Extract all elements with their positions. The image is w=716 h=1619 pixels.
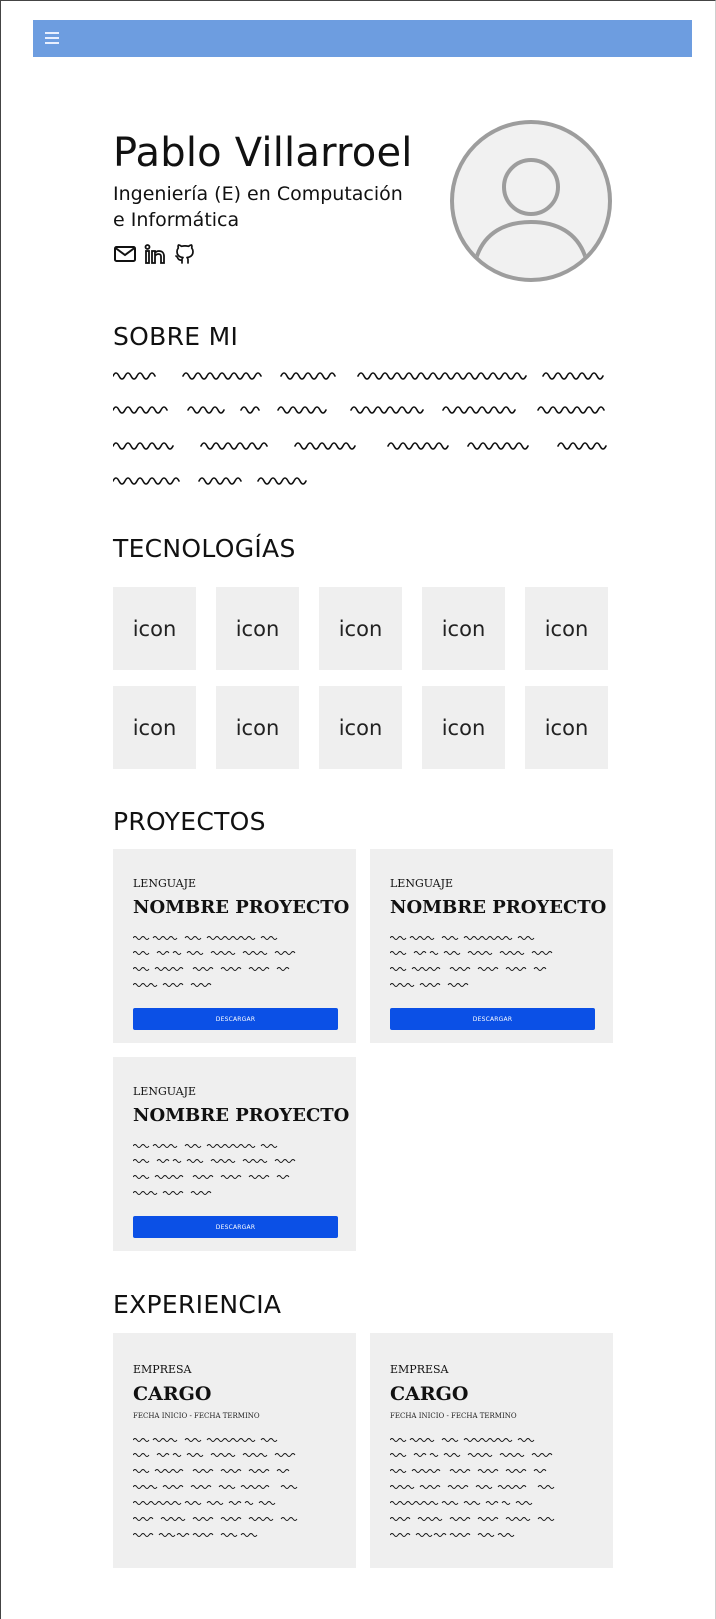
- linkedin-icon[interactable]: [143, 242, 167, 266]
- experience-company: EMPRESA: [390, 1363, 449, 1376]
- experience-role: CARGO: [390, 1383, 469, 1405]
- experience-card: EMPRESA CARGO FECHA INICIO - FECHA TERMI…: [370, 1333, 613, 1568]
- tech-tile: icon: [422, 686, 505, 769]
- profile-subtitle: Ingeniería (E) en Computación e Informát…: [113, 183, 403, 231]
- experience-card: EMPRESA CARGO FECHA INICIO - FECHA TERMI…: [113, 1333, 356, 1568]
- experience-description-placeholder: [133, 1438, 298, 1537]
- project-card: LENGUAJE NOMBRE PROYECTO DESCARGAR: [113, 1057, 356, 1251]
- about-title: SOBRE MI: [113, 322, 239, 351]
- tech-tile: icon: [525, 587, 608, 670]
- download-button[interactable]: DESCARGAR: [133, 1008, 338, 1030]
- project-description-placeholder: [133, 936, 296, 987]
- experience-description-placeholder: [390, 1438, 555, 1537]
- project-card: LENGUAJE NOMBRE PROYECTO DESCARGAR: [370, 849, 613, 1043]
- tech-tile: icon: [216, 587, 299, 670]
- project-language: LENGUAJE: [133, 877, 197, 890]
- project-language: LENGUAJE: [390, 877, 454, 890]
- tech-tile: icon: [113, 686, 196, 769]
- project-language: LENGUAJE: [133, 1085, 197, 1098]
- profile-name: Pablo Villarroel: [113, 130, 413, 176]
- mail-icon[interactable]: [113, 242, 137, 266]
- github-icon[interactable]: [173, 242, 197, 266]
- project-name: NOMBRE PROYECTO: [133, 897, 350, 918]
- top-nav-bar: [33, 20, 692, 57]
- social-links: [113, 242, 197, 266]
- experience-dates: FECHA INICIO - FECHA TERMINO: [390, 1412, 517, 1420]
- project-card: LENGUAJE NOMBRE PROYECTO DESCARGAR: [113, 849, 356, 1043]
- project-name: NOMBRE PROYECTO: [390, 897, 607, 918]
- project-description-placeholder: [390, 936, 553, 987]
- profile-avatar: [450, 120, 612, 282]
- experience-role: CARGO: [133, 1383, 212, 1405]
- hamburger-menu-icon[interactable]: [45, 32, 59, 44]
- tech-tile: icon: [113, 587, 196, 670]
- projects-title: PROYECTOS: [113, 807, 266, 836]
- download-button[interactable]: DESCARGAR: [133, 1216, 338, 1238]
- tech-tile: icon: [216, 686, 299, 769]
- user-placeholder-icon: [474, 158, 588, 260]
- tech-tile: icon: [319, 587, 402, 670]
- about-placeholder-text: [113, 362, 613, 492]
- experience-company: EMPRESA: [133, 1363, 192, 1376]
- tech-tile: icon: [525, 686, 608, 769]
- project-name: NOMBRE PROYECTO: [133, 1105, 350, 1126]
- tech-tile: icon: [422, 587, 505, 670]
- project-description-placeholder: [133, 1144, 296, 1195]
- experience-title: EXPERIENCIA: [113, 1290, 282, 1319]
- tech-title: TECNOLOGÍAS: [113, 534, 296, 563]
- tech-tile: icon: [319, 686, 402, 769]
- download-button[interactable]: DESCARGAR: [390, 1008, 595, 1030]
- experience-dates: FECHA INICIO - FECHA TERMINO: [133, 1412, 260, 1420]
